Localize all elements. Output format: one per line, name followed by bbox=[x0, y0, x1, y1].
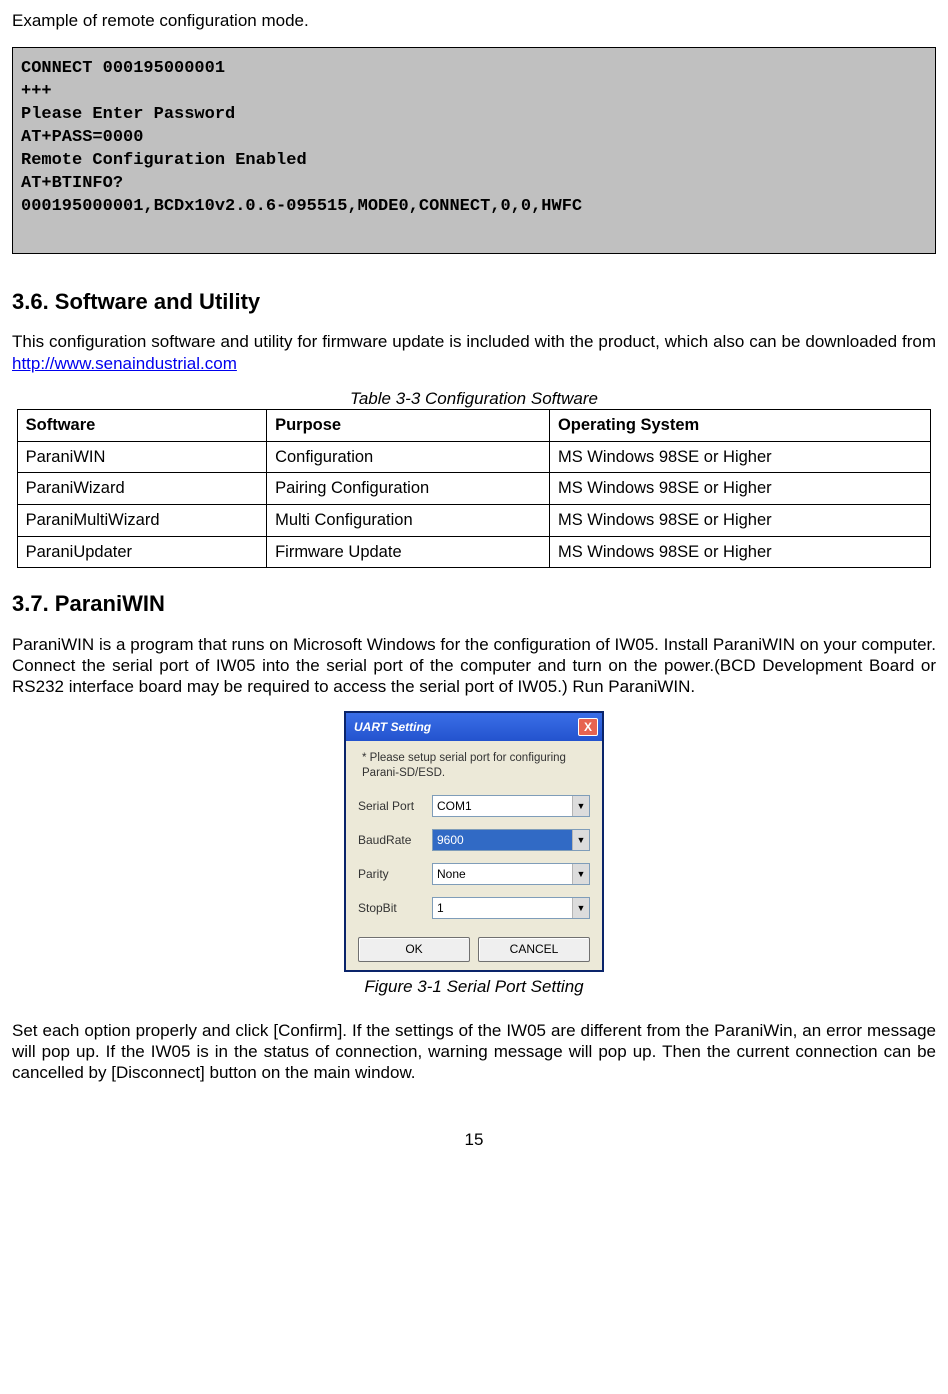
intro-text: Example of remote configuration mode. bbox=[12, 10, 936, 31]
table-row: ParaniMultiWizard Multi Configuration MS… bbox=[17, 504, 931, 536]
close-icon[interactable]: X bbox=[578, 718, 598, 736]
baudrate-value: 9600 bbox=[433, 830, 572, 850]
cell-os: MS Windows 98SE or Higher bbox=[549, 441, 930, 473]
chevron-down-icon: ▼ bbox=[572, 830, 589, 850]
dialog-hint: * Please setup serial port for configuri… bbox=[358, 751, 590, 781]
serial-port-label: Serial Port bbox=[358, 799, 432, 814]
baudrate-dropdown[interactable]: 9600 ▼ bbox=[432, 829, 590, 851]
configuration-software-table: Software Purpose Operating System Parani… bbox=[17, 409, 932, 568]
cell-os: MS Windows 98SE or Higher bbox=[549, 504, 930, 536]
serial-port-dropdown[interactable]: COM1 ▼ bbox=[432, 795, 590, 817]
ok-button[interactable]: OK bbox=[358, 937, 470, 962]
cell-purpose: Multi Configuration bbox=[267, 504, 550, 536]
dialog-titlebar: UART Setting X bbox=[346, 713, 602, 741]
cell-software: ParaniMultiWizard bbox=[17, 504, 266, 536]
header-os: Operating System bbox=[549, 410, 930, 442]
cancel-button[interactable]: CANCEL bbox=[478, 937, 590, 962]
chevron-down-icon: ▼ bbox=[572, 864, 589, 884]
parity-dropdown[interactable]: None ▼ bbox=[432, 863, 590, 885]
download-link[interactable]: http://www.senaindustrial.com bbox=[12, 354, 237, 373]
cell-os: MS Windows 98SE or Higher bbox=[549, 536, 930, 568]
section-3-6-para: This configuration software and utility … bbox=[12, 331, 936, 374]
table-row: ParaniWizard Pairing Configuration MS Wi… bbox=[17, 473, 931, 505]
header-purpose: Purpose bbox=[267, 410, 550, 442]
cell-purpose: Firmware Update bbox=[267, 536, 550, 568]
terminal-output: CONNECT 000195000001 +++ Please Enter Pa… bbox=[12, 47, 936, 254]
section-3-7-heading: 3.7. ParaniWIN bbox=[12, 590, 936, 618]
cell-purpose: Pairing Configuration bbox=[267, 473, 550, 505]
baudrate-label: BaudRate bbox=[358, 833, 432, 848]
table-row: ParaniWIN Configuration MS Windows 98SE … bbox=[17, 441, 931, 473]
section-3-7-para1: ParaniWIN is a program that runs on Micr… bbox=[12, 634, 936, 698]
cell-software: ParaniWIN bbox=[17, 441, 266, 473]
table-header-row: Software Purpose Operating System bbox=[17, 410, 931, 442]
cell-os: MS Windows 98SE or Higher bbox=[549, 473, 930, 505]
figure-3-1-caption: Figure 3-1 Serial Port Setting bbox=[12, 976, 936, 997]
stopbit-label: StopBit bbox=[358, 901, 432, 916]
cell-software: ParaniUpdater bbox=[17, 536, 266, 568]
stopbit-dropdown[interactable]: 1 ▼ bbox=[432, 897, 590, 919]
section-3-7-para2: Set each option properly and click [Conf… bbox=[12, 1020, 936, 1084]
cell-software: ParaniWizard bbox=[17, 473, 266, 505]
dialog-title: UART Setting bbox=[354, 720, 431, 735]
table-row: ParaniUpdater Firmware Update MS Windows… bbox=[17, 536, 931, 568]
section-3-6-text: This configuration software and utility … bbox=[12, 332, 936, 351]
section-3-6-heading: 3.6. Software and Utility bbox=[12, 288, 936, 316]
chevron-down-icon: ▼ bbox=[572, 898, 589, 918]
uart-setting-dialog: UART Setting X * Please setup serial por… bbox=[344, 711, 604, 972]
stopbit-value: 1 bbox=[433, 898, 572, 918]
chevron-down-icon: ▼ bbox=[572, 796, 589, 816]
parity-value: None bbox=[433, 864, 572, 884]
header-software: Software bbox=[17, 410, 266, 442]
cell-purpose: Configuration bbox=[267, 441, 550, 473]
serial-port-value: COM1 bbox=[433, 796, 572, 816]
parity-label: Parity bbox=[358, 867, 432, 882]
table-3-3-caption: Table 3-3 Configuration Software bbox=[12, 388, 936, 409]
page-number: 15 bbox=[12, 1129, 936, 1150]
